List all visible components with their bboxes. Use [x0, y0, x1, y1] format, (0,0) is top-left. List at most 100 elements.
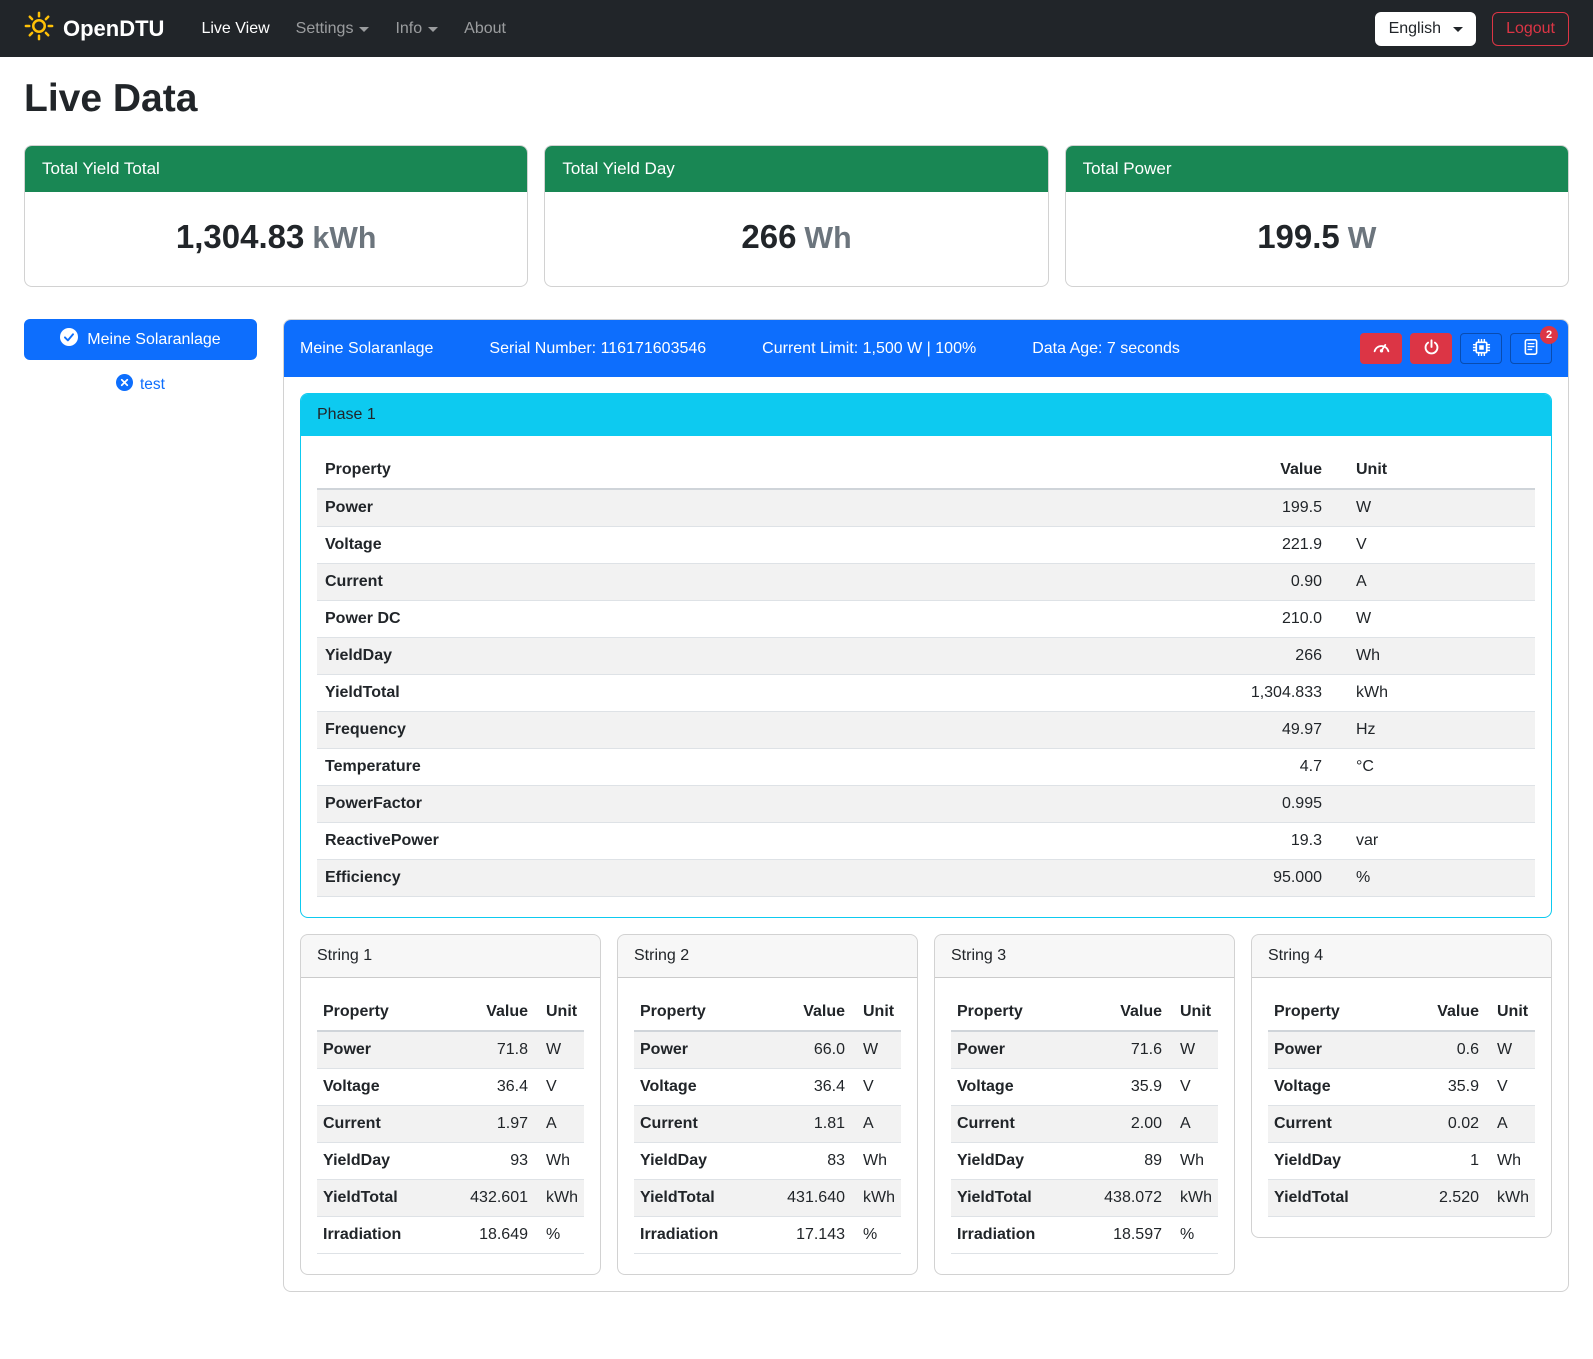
- col-value: Value: [464, 994, 534, 1031]
- table-row: Irradiation17.143%: [634, 1217, 901, 1254]
- summary-unit: W: [1348, 222, 1377, 255]
- cell-value: 2.520: [1419, 1180, 1485, 1217]
- table-row: Voltage221.9V: [317, 527, 1535, 564]
- brand[interactable]: OpenDTU: [24, 11, 164, 47]
- phase-card: Phase 1 Property Value Unit Power199.5WV…: [300, 393, 1552, 918]
- language-select[interactable]: English: [1375, 12, 1476, 46]
- summary-value: 266: [741, 218, 796, 255]
- device-info-button[interactable]: [1460, 333, 1502, 364]
- table-row: YieldDay93Wh: [317, 1143, 584, 1180]
- sidebar-item-selected-inverter[interactable]: Meine Solaranlage: [24, 319, 257, 360]
- string-table: Property Value Unit Power71.6WVoltage35.…: [951, 994, 1218, 1254]
- cell-unit: V: [1330, 527, 1535, 564]
- sidebar-item-label: Meine Solaranlage: [87, 331, 220, 349]
- cell-value: 71.6: [1098, 1031, 1168, 1069]
- cell-unit: kWh: [851, 1180, 901, 1217]
- cell-unit: V: [851, 1069, 901, 1106]
- cell-property: YieldTotal: [1268, 1180, 1419, 1217]
- cell-unit: kWh: [1168, 1180, 1218, 1217]
- summary-card-total-power: Total Power 199.5W: [1065, 145, 1569, 287]
- summary-card-value-row: 1,304.83kWh: [25, 192, 527, 286]
- table-row: Voltage36.4V: [317, 1069, 584, 1106]
- cell-unit: Wh: [851, 1143, 901, 1180]
- string-card-title: String 3: [935, 935, 1234, 978]
- cell-unit: Wh: [1485, 1143, 1535, 1180]
- cell-property: Voltage: [317, 527, 1220, 564]
- cell-property: ReactivePower: [317, 823, 1220, 860]
- table-row: Current0.02A: [1268, 1106, 1535, 1143]
- cell-value: 4.7: [1220, 749, 1330, 786]
- cell-value: 1.97: [464, 1106, 534, 1143]
- cell-unit: [1330, 786, 1535, 823]
- limit-settings-button[interactable]: [1360, 333, 1402, 364]
- table-row: Efficiency95.000%: [317, 860, 1535, 897]
- cell-property: Current: [1268, 1106, 1419, 1143]
- string-card-title: String 4: [1252, 935, 1551, 978]
- string-table-body: Power71.6WVoltage35.9VCurrent2.00AYieldD…: [951, 1031, 1218, 1254]
- cell-unit: A: [851, 1106, 901, 1143]
- table-row: Power DC210.0W: [317, 601, 1535, 638]
- string-card: String 1 Property Value Unit Power71.8WV…: [300, 934, 601, 1275]
- sidebar-item-label: test: [140, 376, 165, 394]
- inverter-action-buttons: 2: [1360, 333, 1552, 364]
- navbar: OpenDTU Live View Settings Info About En…: [0, 0, 1593, 57]
- summary-card-title: Total Power: [1066, 146, 1568, 192]
- inverter-serial: Serial Number: 116171603546: [489, 340, 706, 358]
- cell-value: 266: [1220, 638, 1330, 675]
- cell-unit: W: [1330, 601, 1535, 638]
- cell-property: Irradiation: [951, 1217, 1098, 1254]
- chevron-down-icon: [359, 27, 369, 32]
- cell-property: Power: [317, 489, 1220, 527]
- cell-property: YieldTotal: [317, 1180, 464, 1217]
- cell-unit: W: [534, 1031, 584, 1069]
- nav-item-about[interactable]: About: [451, 12, 519, 46]
- cell-property: PowerFactor: [317, 786, 1220, 823]
- nav-item-info[interactable]: Info: [382, 12, 451, 46]
- summary-cards-row: Total Yield Total 1,304.83kWh Total Yiel…: [24, 145, 1569, 287]
- nav-item-settings[interactable]: Settings: [283, 12, 383, 46]
- summary-card-total-yield-total: Total Yield Total 1,304.83kWh: [24, 145, 528, 287]
- summary-unit: Wh: [804, 222, 851, 255]
- power-button[interactable]: [1410, 333, 1452, 364]
- table-row: Voltage36.4V: [634, 1069, 901, 1106]
- cell-property: YieldDay: [1268, 1143, 1419, 1180]
- logout-button[interactable]: Logout: [1492, 12, 1569, 46]
- table-row: YieldDay89Wh: [951, 1143, 1218, 1180]
- chevron-down-icon: [428, 27, 438, 32]
- col-value: Value: [781, 994, 851, 1031]
- table-row: YieldDay83Wh: [634, 1143, 901, 1180]
- cell-unit: Wh: [1330, 638, 1535, 675]
- cell-unit: kWh: [1330, 675, 1535, 712]
- chevron-down-icon: [1453, 27, 1463, 32]
- cell-value: 71.8: [464, 1031, 534, 1069]
- phase-table: Property Value Unit Power199.5WVoltage22…: [317, 452, 1535, 897]
- cell-unit: A: [1485, 1106, 1535, 1143]
- cell-unit: V: [1485, 1069, 1535, 1106]
- table-row: Frequency49.97Hz: [317, 712, 1535, 749]
- inverter-panel-body: Phase 1 Property Value Unit Power199.5WV…: [284, 377, 1568, 1291]
- cell-property: Power: [634, 1031, 781, 1069]
- string-card-body: Property Value Unit Power0.6WVoltage35.9…: [1252, 978, 1551, 1237]
- col-property: Property: [317, 994, 464, 1031]
- navbar-right: English Logout: [1375, 12, 1569, 46]
- cell-property: Voltage: [634, 1069, 781, 1106]
- cell-property: YieldDay: [634, 1143, 781, 1180]
- sidebar-item-test-inverter[interactable]: test: [24, 374, 257, 396]
- cell-property: Temperature: [317, 749, 1220, 786]
- summary-value: 199.5: [1257, 218, 1340, 255]
- nav-item-live-view[interactable]: Live View: [188, 12, 282, 46]
- event-count-badge: 2: [1540, 326, 1558, 344]
- event-log-button[interactable]: 2: [1510, 333, 1552, 364]
- cell-unit: %: [1168, 1217, 1218, 1254]
- table-row: Irradiation18.649%: [317, 1217, 584, 1254]
- string-table: Property Value Unit Power71.8WVoltage36.…: [317, 994, 584, 1254]
- table-row: Current1.97A: [317, 1106, 584, 1143]
- table-row: Power0.6W: [1268, 1031, 1535, 1069]
- col-unit: Unit: [851, 994, 901, 1031]
- table-row: Current1.81A: [634, 1106, 901, 1143]
- cell-value: 18.597: [1098, 1217, 1168, 1254]
- cell-value: 0.90: [1220, 564, 1330, 601]
- summary-card-value-row: 199.5W: [1066, 192, 1568, 286]
- col-value: Value: [1419, 994, 1485, 1031]
- table-header-row: Property Value Unit: [317, 452, 1535, 489]
